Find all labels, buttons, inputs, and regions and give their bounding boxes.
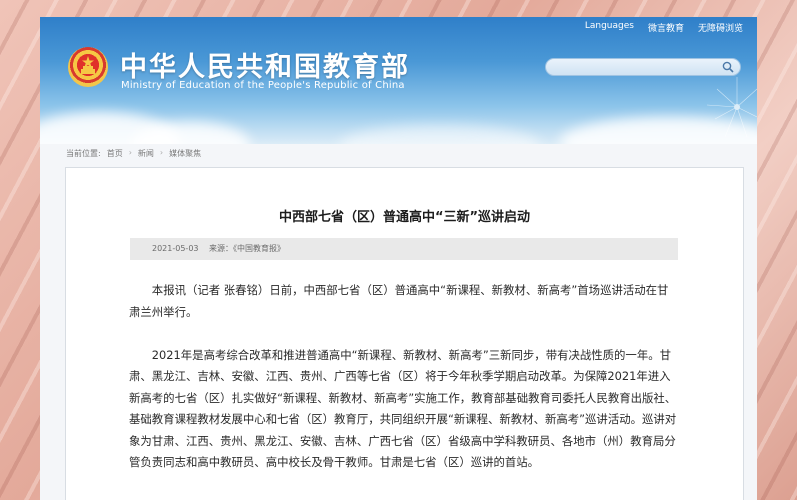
accessibility-link[interactable]: 无障碍浏览 — [698, 21, 743, 34]
breadcrumb-separator: › — [128, 148, 132, 157]
breadcrumb-home[interactable]: 首页 — [107, 148, 123, 159]
national-emblem-icon — [68, 47, 108, 87]
breadcrumb: 当前位置: 首页 › 新闻 › 媒体聚焦 — [66, 148, 201, 159]
site-subtitle: Ministry of Education of the People's Re… — [121, 80, 405, 91]
cloud-decoration — [340, 125, 540, 144]
article-panel: 中西部七省（区）普通高中“三新”巡讲启动 2021-05-03 来源：《中国教育… — [65, 167, 744, 500]
site-title[interactable]: 中华人民共和国教育部 — [120, 45, 410, 84]
breadcrumb-news[interactable]: 新闻 — [138, 148, 154, 159]
article-paragraph: 本报讯（记者 张春铭）日前，中西部七省（区）普通高中“新课程、新教材、新高考”首… — [129, 283, 669, 319]
dandelion-decoration — [706, 77, 757, 138]
top-links: Languages 微言教育 无障碍浏览 — [585, 21, 743, 34]
wechat-link[interactable]: 微言教育 — [648, 21, 684, 34]
article-meta: 2021-05-03 来源：《中国教育报》 — [130, 238, 678, 260]
breadcrumb-prefix: 当前位置: — [66, 149, 101, 158]
article-paragraph: 2021年是高考综合改革和推进普通高中“新课程、新教材、新高考”三新同步，带有决… — [129, 347, 677, 470]
site-header: Languages 微言教育 无障碍浏览 中华人民共和国教育部 Ministry… — [40, 17, 757, 144]
article-date: 2021-05-03 — [152, 244, 199, 253]
article-title: 中西部七省（区）普通高中“三新”巡讲启动 — [278, 210, 531, 225]
breadcrumb-media[interactable]: 媒体聚焦 — [169, 148, 201, 159]
article-source: 来源：《中国教育报》 — [209, 244, 286, 253]
languages-link[interactable]: Languages — [585, 21, 634, 34]
browser-page: Languages 微言教育 无障碍浏览 中华人民共和国教育部 Ministry… — [40, 17, 757, 500]
breadcrumb-separator: › — [159, 148, 164, 157]
article-body: 本报讯（记者 张春铭）日前，中西部七省（区）普通高中“新课程、新教材、新高考”首… — [129, 280, 677, 495]
